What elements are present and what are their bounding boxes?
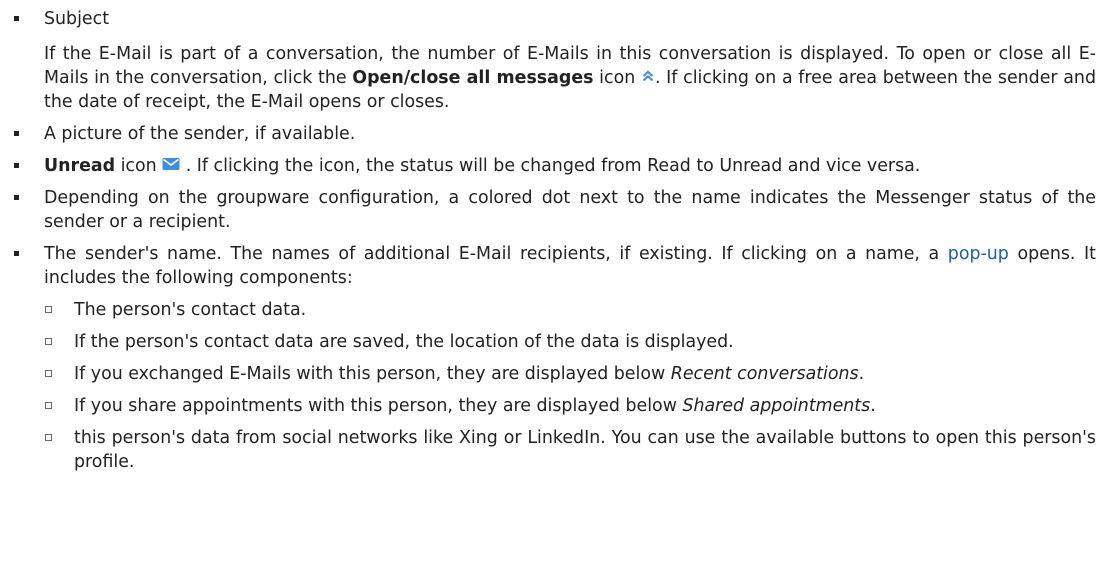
bullet	[14, 195, 19, 200]
envelope-icon	[162, 154, 180, 178]
square-bullet	[45, 338, 52, 345]
subject-paragraph: If the E-Mail is part of a conversation,…	[44, 44, 1096, 112]
unread-label: Unread	[44, 156, 116, 176]
list-item-names: The sender's name. The names of addition…	[14, 242, 1096, 474]
sub-item-social: this person's data from social networks …	[44, 426, 1096, 474]
list-item-picture: A picture of the sender, if available.	[14, 122, 1096, 146]
bullet	[14, 16, 19, 21]
square-bullet	[45, 306, 52, 313]
square-bullet	[45, 434, 52, 441]
bullet	[14, 251, 19, 256]
item-label: Subject	[44, 9, 110, 29]
popup-components-list: The person's contact data. If the person…	[44, 298, 1096, 474]
list-item-unread: Unread icon . If clicking the icon, the …	[14, 154, 1096, 178]
list-item-status-dot: Depending on the groupware configuration…	[14, 186, 1096, 234]
document-body: Subject If the E-Mail is part of a conve…	[14, 7, 1096, 482]
bullet	[14, 163, 19, 168]
bullet	[14, 131, 19, 136]
double-chevron-up-icon	[641, 66, 655, 90]
sub-item-recent: If you exchanged E-Mails with this perso…	[44, 362, 1096, 386]
sub-item-shared: If you share appointments with this pers…	[44, 394, 1096, 418]
sub-item-location: If the person's contact data are saved, …	[44, 330, 1096, 354]
square-bullet	[45, 370, 52, 377]
square-bullet	[45, 402, 52, 409]
pop-up-link[interactable]: pop-up	[948, 244, 1009, 264]
list-item-subject: Subject If the E-Mail is part of a conve…	[14, 7, 1096, 114]
open-close-label: Open/close all messages	[352, 68, 594, 88]
sub-item-contact: The person's contact data.	[44, 298, 1096, 322]
feature-list: Subject If the E-Mail is part of a conve…	[14, 7, 1096, 474]
